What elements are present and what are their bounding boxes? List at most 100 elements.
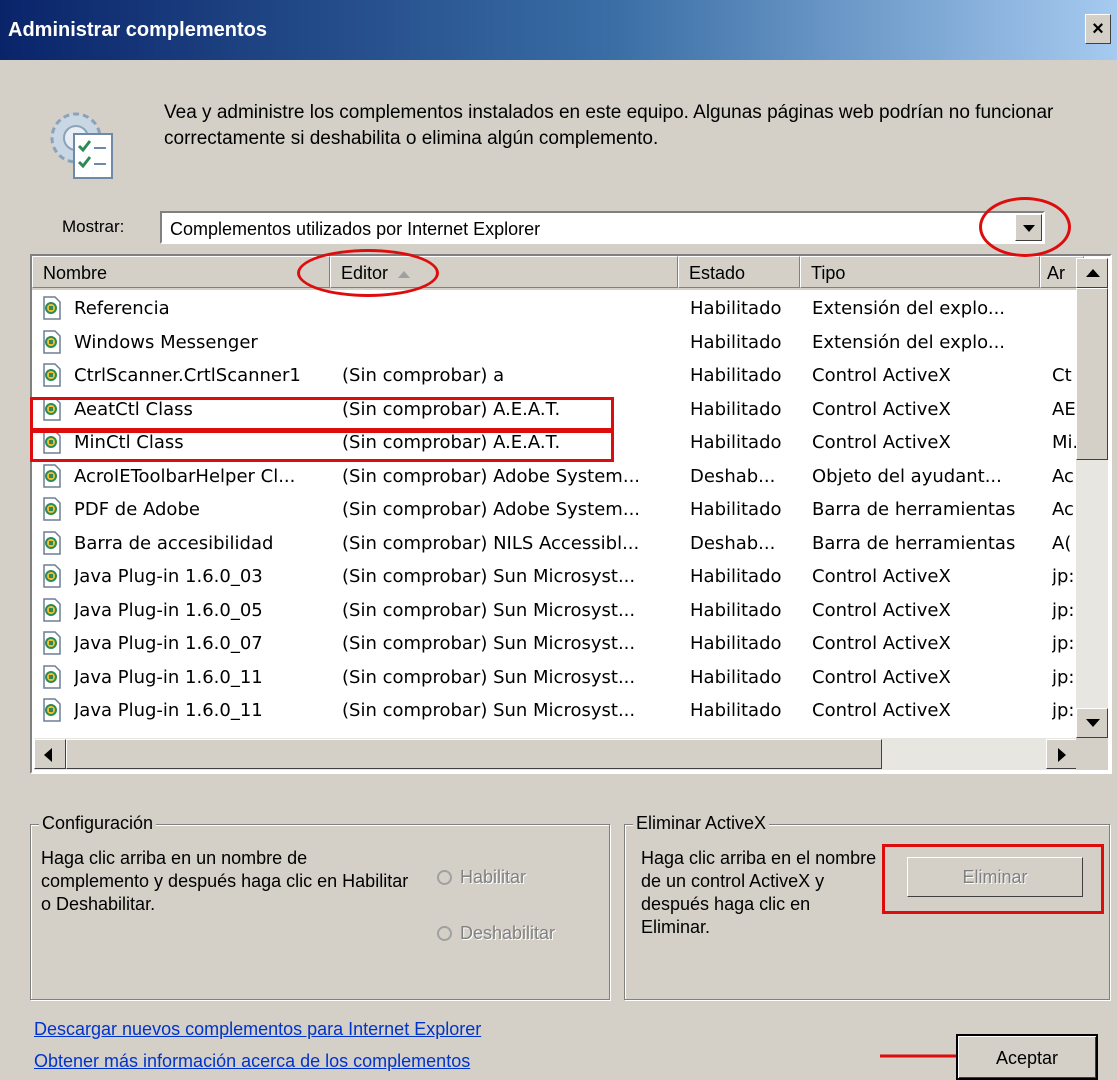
cell-status: Deshab... — [690, 465, 776, 487]
cell-file: jp: — [1052, 599, 1075, 621]
cell-name: Java Plug-in 1.6.0_11 — [74, 666, 263, 688]
cell-type: Extensión del explo... — [812, 298, 1006, 319]
window-title: Administrar complementos — [8, 19, 267, 41]
table-row[interactable]: Java Plug-in 1.6.0_05 (Sin comprobar) Sun… — [32, 594, 1077, 628]
cell-status: Habilitado — [690, 331, 782, 353]
cell-file: AE — [1052, 398, 1076, 420]
scroll-up-button[interactable] — [1076, 258, 1108, 288]
show-label: Mostrar: — [62, 217, 125, 236]
cell-file: Ct — [1052, 365, 1072, 386]
table-row[interactable]: Java Plug-in 1.6.0_11 (Sin comprobar) Sun… — [32, 661, 1077, 695]
close-button[interactable]: × — [1085, 14, 1111, 44]
cell-publisher: (Sin comprobar) Adobe System... — [342, 499, 641, 520]
remove-activex-instructions: Haga clic arriba en el nombre de un cont… — [641, 848, 877, 937]
cell-publisher: (Sin comprobar) NILS Accessibl... — [342, 532, 640, 554]
cell-name: Barra de accesibilidad — [74, 532, 274, 554]
cell-status: Habilitado — [690, 599, 782, 621]
addon-icon — [43, 296, 61, 320]
cell-status: Habilitado — [690, 398, 782, 420]
cell-status: Habilitado — [690, 298, 782, 319]
enable-radio-label: Habilitar — [460, 867, 527, 887]
remove-activex-group-title: Eliminar ActiveX — [633, 813, 770, 834]
arrow-down-icon — [1086, 719, 1100, 727]
cell-name: CtrlScanner.CrtlScanner1 — [74, 365, 301, 386]
table-row[interactable]: PDF de Adobe (Sin comprobar) Adobe System… — [32, 493, 1077, 527]
cell-publisher: (Sin comprobar) Sun Microsyst... — [342, 599, 636, 621]
annotation-circle-dropdown — [979, 197, 1071, 257]
annotation-box-minctl — [30, 430, 614, 462]
table-row[interactable]: Java Plug-in 1.6.0_11 (Sin comprobar) Sun… — [32, 694, 1077, 728]
table-row[interactable]: Barra de accesibilidad (Sin comprobar) NI… — [32, 527, 1077, 561]
table-row[interactable]: Java Plug-in 1.6.0_03 (Sin comprobar) Sun… — [32, 560, 1077, 594]
cell-publisher: (Sin comprobar) Adobe System... — [342, 465, 641, 487]
column-header-status[interactable]: Estado — [678, 256, 800, 288]
cell-file: jp: — [1052, 700, 1075, 721]
table-row[interactable]: Windows Messenger Habilitado Extensión del… — [32, 326, 1077, 360]
cell-file: Mi. — [1052, 432, 1078, 453]
cell-type: Control ActiveX — [812, 432, 951, 453]
cell-type: Control ActiveX — [812, 398, 951, 420]
cell-status: Habilitado — [690, 666, 782, 688]
column-header-label: Tipo — [811, 263, 846, 283]
more-info-link[interactable]: Obtener más información acerca de los co… — [34, 1051, 470, 1072]
table-row[interactable]: Referencia Habilitado Extensión del explo.… — [32, 292, 1077, 326]
arrow-up-icon — [1086, 269, 1100, 277]
addon-icon — [43, 698, 61, 722]
cell-status: Habilitado — [690, 700, 782, 721]
scroll-right-button[interactable] — [1046, 739, 1078, 769]
cell-status: Habilitado — [690, 499, 782, 520]
manage-addons-icon — [50, 112, 113, 179]
vertical-scroll-thumb[interactable] — [1076, 288, 1108, 460]
arrow-right-icon — [1058, 748, 1066, 762]
scroll-left-button[interactable] — [34, 739, 66, 769]
column-header-type[interactable]: Tipo — [800, 256, 1040, 288]
horizontal-scrollbar[interactable] — [34, 738, 1078, 770]
cell-publisher: (Sin comprobar) a — [342, 365, 505, 386]
cell-name: Java Plug-in 1.6.0_05 — [74, 599, 263, 621]
column-header-label: Nombre — [43, 263, 108, 283]
ok-button[interactable]: Aceptar — [956, 1034, 1098, 1080]
cell-file: jp: — [1052, 633, 1075, 654]
settings-group-title: Configuración — [39, 813, 157, 834]
addon-icon — [43, 497, 61, 521]
table-row[interactable]: Java Plug-in 1.6.0_07 (Sin comprobar) Sun… — [32, 627, 1077, 661]
addon-icon — [43, 664, 61, 689]
addon-icon — [43, 363, 61, 387]
cell-status: Habilitado — [690, 633, 782, 654]
arrow-left-icon — [44, 748, 52, 762]
cell-name: Java Plug-in 1.6.0_03 — [74, 566, 263, 587]
table-row[interactable]: CtrlScanner.CrtlScanner1 (Sin comprobar) … — [32, 359, 1077, 393]
intro-text: Vea y administre los complementos instal… — [164, 102, 1054, 149]
addon-icon — [43, 597, 61, 622]
scroll-corner — [1076, 738, 1108, 770]
download-addons-link[interactable]: Descargar nuevos complementos para Inter… — [34, 1019, 481, 1040]
cell-type: Barra de herramientas — [812, 532, 1016, 554]
horizontal-scroll-thumb[interactable] — [66, 739, 882, 769]
title-bar: Administrar complementos × — [0, 0, 1117, 60]
cell-type: Barra de herramientas — [812, 499, 1016, 520]
addon-icon — [43, 631, 61, 655]
cell-name: AcroIEToolbarHelper Cl... — [74, 465, 296, 487]
cell-status: Deshab... — [690, 532, 776, 554]
scroll-down-button[interactable] — [1076, 708, 1108, 738]
column-header-name[interactable]: Nombre — [32, 256, 330, 288]
cell-publisher: (Sin comprobar) Sun Microsyst... — [342, 566, 636, 587]
addon-icon — [43, 463, 61, 488]
cell-type: Extensión del explo... — [812, 331, 1006, 353]
addons-list[interactable]: Nombre Editor Estado Tipo Ar Referencia H… — [30, 254, 1112, 774]
enable-radio[interactable]: Habilitar — [437, 867, 526, 888]
disable-radio[interactable]: Deshabilitar — [437, 923, 555, 944]
column-header-label: Estado — [689, 263, 746, 283]
cell-file: A( — [1052, 532, 1072, 554]
addon-icon — [43, 530, 61, 555]
cell-status: Habilitado — [690, 432, 782, 453]
cell-name: Windows Messenger — [74, 331, 258, 353]
annotation-box-aeatctl — [30, 397, 614, 431]
vertical-scrollbar[interactable] — [1076, 258, 1108, 738]
addon-icon — [43, 564, 61, 588]
radio-circle-icon — [437, 870, 452, 885]
cell-type: Objeto del ayudant... — [812, 465, 1002, 487]
table-row[interactable]: AcroIEToolbarHelper Cl... (Sin comprobar)… — [32, 460, 1077, 494]
show-dropdown[interactable]: Complementos utilizados por Internet Exp… — [160, 211, 1045, 244]
cell-file: Ac — [1052, 465, 1074, 487]
